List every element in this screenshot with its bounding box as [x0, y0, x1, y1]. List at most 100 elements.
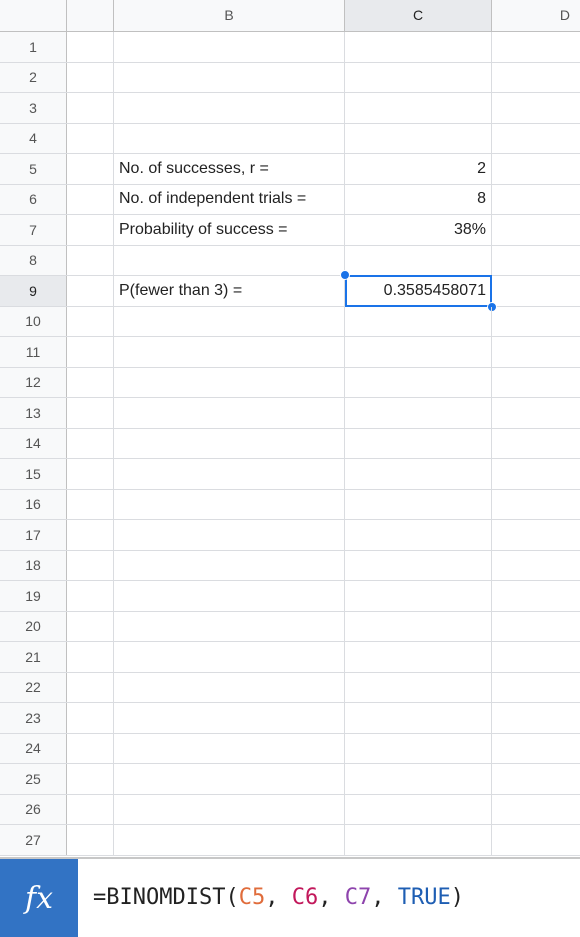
cell-d[interactable]: [492, 337, 580, 367]
row-header[interactable]: 16: [0, 489, 67, 519]
cell-d[interactable]: [492, 124, 580, 154]
cell-d[interactable]: [492, 673, 580, 703]
cell-c[interactable]: 2: [345, 154, 492, 184]
cell-b[interactable]: [114, 520, 345, 550]
cell-c[interactable]: [345, 825, 492, 855]
cell-c[interactable]: [345, 764, 492, 794]
cell-b[interactable]: [114, 642, 345, 672]
cell-b[interactable]: [114, 245, 345, 275]
cell-a[interactable]: [67, 245, 114, 275]
fx-icon[interactable]: fx: [0, 859, 78, 937]
cell-d[interactable]: [492, 246, 580, 276]
cell-c[interactable]: [345, 123, 492, 153]
cell-d[interactable]: [492, 581, 580, 611]
cell-a[interactable]: [67, 733, 114, 763]
cell-b[interactable]: [114, 794, 345, 824]
row-header[interactable]: 9: [0, 276, 67, 306]
cell-c[interactable]: [345, 62, 492, 92]
row-header[interactable]: 15: [0, 459, 67, 489]
cell-c[interactable]: [345, 794, 492, 824]
row-header[interactable]: 19: [0, 581, 67, 611]
row-header[interactable]: 11: [0, 337, 67, 367]
row-header[interactable]: 14: [0, 428, 67, 458]
cell-b[interactable]: [114, 825, 345, 855]
cell-a[interactable]: [67, 550, 114, 580]
cell-a[interactable]: [67, 794, 114, 824]
cell-c[interactable]: [345, 550, 492, 580]
row-header[interactable]: 24: [0, 733, 67, 763]
row-header[interactable]: 12: [0, 367, 67, 397]
cell-d[interactable]: [492, 764, 580, 794]
cell-d[interactable]: [492, 459, 580, 489]
cell-d[interactable]: [492, 429, 580, 459]
cell-c[interactable]: [345, 398, 492, 428]
cell-a[interactable]: [67, 123, 114, 153]
cell-a[interactable]: [67, 32, 114, 62]
cell-b[interactable]: No. of independent trials =: [114, 184, 345, 214]
cell-a[interactable]: [67, 62, 114, 92]
cell-a[interactable]: [67, 276, 114, 306]
cell-c[interactable]: [345, 337, 492, 367]
cell-a[interactable]: [67, 672, 114, 702]
cell-c[interactable]: 0.3585458071: [345, 276, 492, 306]
cell-d[interactable]: [492, 490, 580, 520]
cell-a[interactable]: [67, 489, 114, 519]
cell-c[interactable]: [345, 93, 492, 123]
cell-b[interactable]: [114, 489, 345, 519]
cell-b[interactable]: [114, 398, 345, 428]
cell-b[interactable]: [114, 62, 345, 92]
cell-b[interactable]: [114, 32, 345, 62]
cell-a[interactable]: [67, 337, 114, 367]
row-header[interactable]: 3: [0, 93, 67, 123]
cell-c[interactable]: [345, 611, 492, 641]
cell-c[interactable]: [345, 581, 492, 611]
cell-b[interactable]: No. of successes, r =: [114, 154, 345, 184]
cell-c[interactable]: [345, 703, 492, 733]
cell-b[interactable]: P(fewer than 3) =: [114, 276, 345, 306]
cell-c[interactable]: [345, 672, 492, 702]
cell-a[interactable]: [67, 154, 114, 184]
cell-d[interactable]: [492, 642, 580, 672]
cell-b[interactable]: Probability of success =: [114, 215, 345, 245]
cell-a[interactable]: [67, 306, 114, 336]
cell-d[interactable]: [492, 551, 580, 581]
cell-b[interactable]: [114, 672, 345, 702]
cell-b[interactable]: [114, 337, 345, 367]
cell-a[interactable]: [67, 367, 114, 397]
row-header[interactable]: 18: [0, 550, 67, 580]
cell-c[interactable]: 38%: [345, 215, 492, 245]
cell-d[interactable]: [492, 215, 580, 245]
cell-c[interactable]: [345, 459, 492, 489]
cell-d[interactable]: [492, 307, 580, 337]
cell-c[interactable]: [345, 428, 492, 458]
column-header-b[interactable]: B: [114, 0, 345, 31]
column-header-c[interactable]: C: [345, 0, 492, 31]
cell-d[interactable]: [492, 368, 580, 398]
row-header[interactable]: 22: [0, 672, 67, 702]
cell-c[interactable]: [345, 733, 492, 763]
row-header[interactable]: 27: [0, 825, 67, 855]
row-header[interactable]: 23: [0, 703, 67, 733]
cell-b[interactable]: [114, 306, 345, 336]
cell-b[interactable]: [114, 428, 345, 458]
column-header-d[interactable]: D: [492, 0, 580, 31]
cell-a[interactable]: [67, 642, 114, 672]
cell-a[interactable]: [67, 581, 114, 611]
cell-d[interactable]: [492, 93, 580, 123]
cell-c[interactable]: [345, 520, 492, 550]
cell-d[interactable]: [492, 154, 580, 184]
cell-d[interactable]: [492, 612, 580, 642]
cell-a[interactable]: [67, 611, 114, 641]
row-header[interactable]: 1: [0, 32, 67, 62]
row-header[interactable]: 4: [0, 123, 67, 153]
cell-d[interactable]: [492, 734, 580, 764]
cell-a[interactable]: [67, 93, 114, 123]
cell-c[interactable]: 8: [345, 184, 492, 214]
row-header[interactable]: 26: [0, 794, 67, 824]
cell-d[interactable]: [492, 398, 580, 428]
row-header[interactable]: 5: [0, 154, 67, 184]
cell-c[interactable]: [345, 642, 492, 672]
row-header[interactable]: 17: [0, 520, 67, 550]
cell-b[interactable]: [114, 550, 345, 580]
row-header[interactable]: 2: [0, 62, 67, 92]
